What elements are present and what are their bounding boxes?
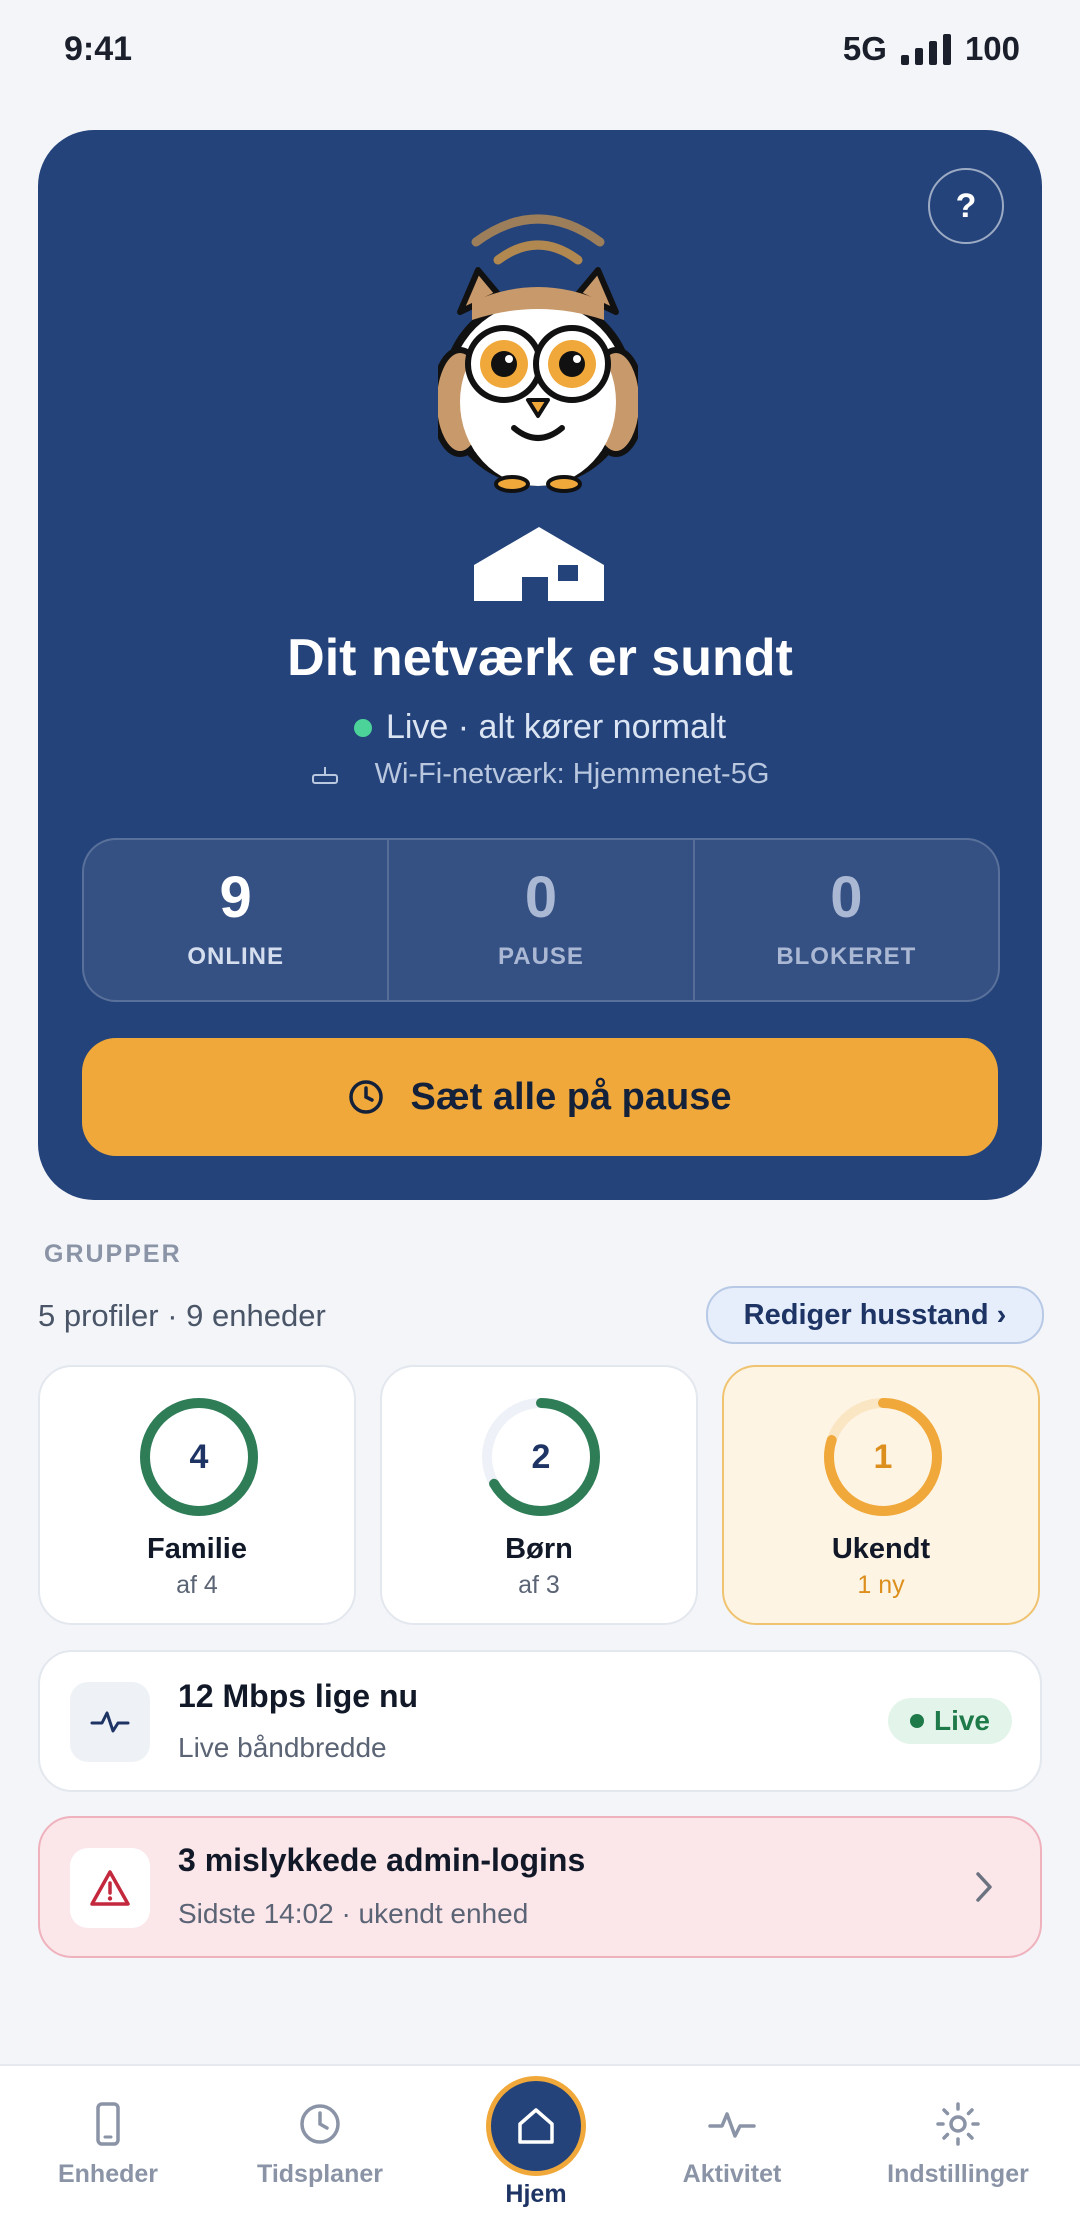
group-cards: 4 Familie af 4 2 Børn af 3 1 Ukendt 1 ny [38,1365,1042,1625]
settings-icon [936,2102,980,2146]
bandwidth-title: 12 Mbps lige nu [178,1678,419,1714]
stat-blocked-value: 0 [830,865,863,930]
group-card-born[interactable]: 2 Børn af 3 [380,1365,698,1625]
group-count: 2 [531,1437,551,1476]
tab-tidsplaner[interactable]: Tidsplaner [212,2066,428,2216]
live-badge-label: Live [933,1705,990,1736]
tab-label: Hjem [505,2180,567,2208]
tab-label: Aktivitet [682,2160,782,2188]
group-name: Ukendt [831,1533,931,1565]
stat-online[interactable]: 9 ONLINE [84,840,390,1000]
groups-section-label: GRUPPER [44,1240,182,1268]
group-name: Børn [505,1533,573,1565]
group-card-familie[interactable]: 4 Familie af 4 [38,1365,356,1625]
network-type: 5G [842,30,887,67]
alert-subtitle: Sidste 14:02 · ukendt enhed [178,1898,529,1929]
house-icon [474,527,604,601]
tab-hjem[interactable]: Hjem [428,2066,644,2216]
stat-blocked[interactable]: 0 BLOKERET [695,840,998,1000]
live-status-text: Live · alt kører normalt [385,708,727,746]
bandwidth-card[interactable]: 12 Mbps lige nu Live båndbredde Live [38,1650,1042,1792]
stat-online-value: 9 [219,865,252,930]
pause-all-button[interactable]: Sæt alle på pause [82,1038,998,1156]
live-dot-icon [909,1714,924,1728]
stat-pause-value: 0 [524,865,558,930]
live-dot-icon [353,718,372,737]
security-alert-card[interactable]: 3 mislykkede admin-logins Sidste 14:02 ·… [38,1816,1042,1958]
bottom-tab-bar: Enheder Tidsplaner Hjem Aktivitet Indsti… [0,2064,1080,2216]
tab-label: Enheder [57,2160,159,2188]
tab-aktivitet[interactable]: Aktivitet [624,2066,840,2216]
group-sub: af 3 [518,1571,560,1599]
activity-icon [70,1682,150,1762]
signal-icon [900,33,951,65]
device-stats: 9 ONLINE 0 PAUSE 0 BLOKERET [82,838,1000,1002]
wifi-network-info: Wi-Fi-netværk: Hjemmenet-5G [38,758,1042,791]
live-status: Live · alt kører normalt [38,708,1042,747]
wifi-network-text: Wi-Fi-netværk: Hjemmenet-5G [374,758,770,790]
network-status-title: Dit netværk er sundt [287,629,793,687]
group-count: 4 [189,1437,209,1476]
tab-label: Indstillinger [887,2160,1029,2188]
warning-icon [70,1848,150,1928]
help-button[interactable]: ? [928,168,1004,244]
group-sub: af 4 [176,1571,218,1599]
group-name: Familie [147,1533,247,1565]
group-sub: 1 ny [857,1571,905,1599]
stat-pause-label: PAUSE [498,943,584,970]
clock-icon [349,1080,384,1114]
tab-enheder[interactable]: Enheder [0,2066,216,2216]
tab-label: Tidsplaner [257,2160,383,2188]
tab-indstillinger[interactable]: Indstillinger [850,2066,1066,2216]
status-time: 9:41 [64,30,133,68]
status-bar: 9:41 5G 100 [0,0,1080,100]
network-health-card: ? Dit netværk er sundt Live · alt kører … [38,130,1042,1200]
bandwidth-subtitle: Live båndbredde [178,1732,387,1763]
phone-icon [96,2102,120,2146]
router-icon [311,766,338,784]
battery-level: 100 [964,30,1020,67]
group-count: 1 [873,1437,893,1476]
home-icon [486,2076,586,2176]
activity-icon [708,2112,756,2138]
stat-pause[interactable]: 0 PAUSE [389,840,695,1000]
live-badge: Live [887,1698,1012,1744]
owl-mascot-icon [438,214,638,493]
clock-icon [300,2104,340,2144]
pause-all-label: Sæt alle på pause [410,1075,732,1118]
stat-blocked-label: BLOKERET [776,943,917,970]
groups-summary: 5 profiler · 9 enheder [38,1298,326,1333]
stat-online-label: ONLINE [187,943,284,970]
chevron-right-icon [976,1872,992,1902]
status-indicators: 5G 100 [843,30,1020,68]
edit-household-button[interactable]: Rediger husstand › [706,1286,1044,1344]
alert-title: 3 mislykkede admin-logins [178,1842,586,1878]
group-card-ukendt[interactable]: 1 Ukendt 1 ny [722,1365,1040,1625]
